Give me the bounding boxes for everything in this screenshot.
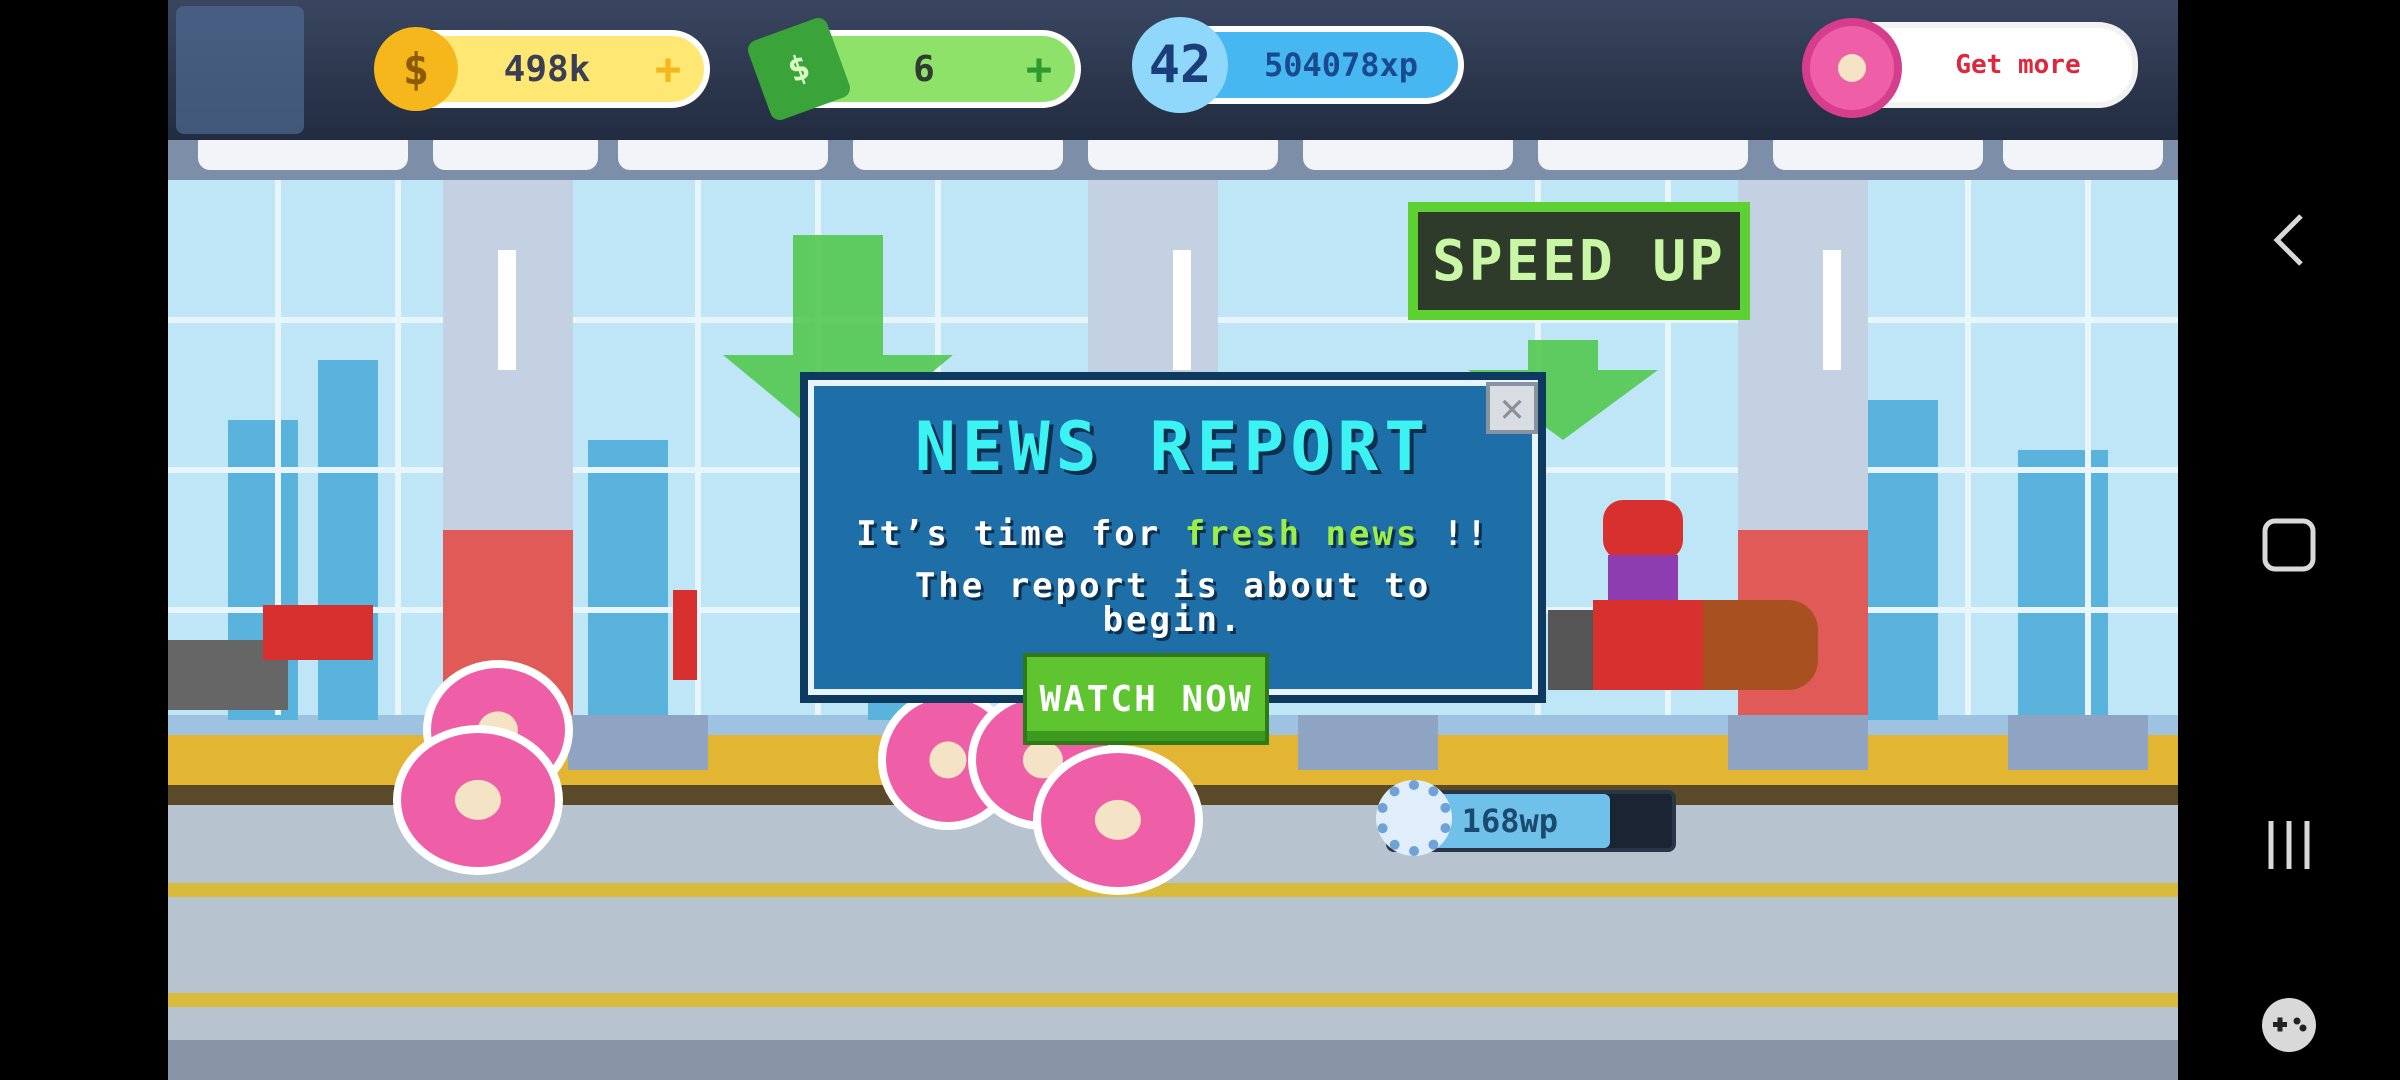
avatar[interactable]	[176, 6, 304, 134]
recents-button[interactable]	[2178, 805, 2400, 885]
coins-counter[interactable]: $ 498k +	[374, 27, 710, 111]
gamepad-icon	[2262, 998, 2316, 1052]
add-coins-button[interactable]: +	[648, 44, 688, 95]
dialog-line-1-highlight: fresh news	[1184, 514, 1420, 554]
dialog-line-1-post: !!	[1419, 514, 1490, 554]
close-dialog-button[interactable]: ✕	[1486, 382, 1538, 434]
home-square-icon	[2262, 518, 2316, 572]
android-nav-bar	[2178, 0, 2400, 1080]
watch-now-label: WATCH NOW	[1039, 678, 1253, 720]
gear-icon[interactable]	[1376, 780, 1452, 856]
add-cash-button[interactable]: +	[1019, 44, 1059, 95]
back-button[interactable]	[2178, 200, 2400, 280]
speed-up-button[interactable]: SPEED UP	[1408, 202, 1750, 320]
xp-level-icon: 42	[1132, 17, 1228, 113]
watch-now-button[interactable]: WATCH NOW	[1023, 653, 1269, 745]
xp-counter[interactable]: 42 504078xp	[1132, 17, 1464, 113]
coin-icon: $	[374, 27, 458, 111]
close-icon: ✕	[1499, 385, 1525, 431]
chevron-left-icon	[2273, 214, 2303, 266]
donut-icon	[1033, 745, 1203, 895]
game-tools-button[interactable]	[2178, 985, 2400, 1065]
news-report-dialog: NEWS REPORT It’s time for fresh news !! …	[808, 380, 1538, 695]
recents-icon	[2268, 821, 2310, 869]
donut-icon	[1802, 18, 1902, 118]
home-button[interactable]	[2178, 500, 2400, 590]
get-more-donuts-button[interactable]: Get more	[1802, 18, 2138, 118]
cash-counter[interactable]: $ 6 +	[745, 15, 1081, 123]
dialog-line-1: It’s time for fresh news !!	[814, 514, 1532, 554]
dialog-line-3: begin.	[1102, 600, 1244, 640]
level-value: 42	[1148, 35, 1212, 95]
dialog-line-1-pre: It’s time for	[856, 514, 1185, 554]
donut-icon	[393, 725, 563, 875]
speed-up-label: SPEED UP	[1432, 228, 1726, 294]
dialog-title: NEWS REPORT	[914, 408, 1432, 487]
